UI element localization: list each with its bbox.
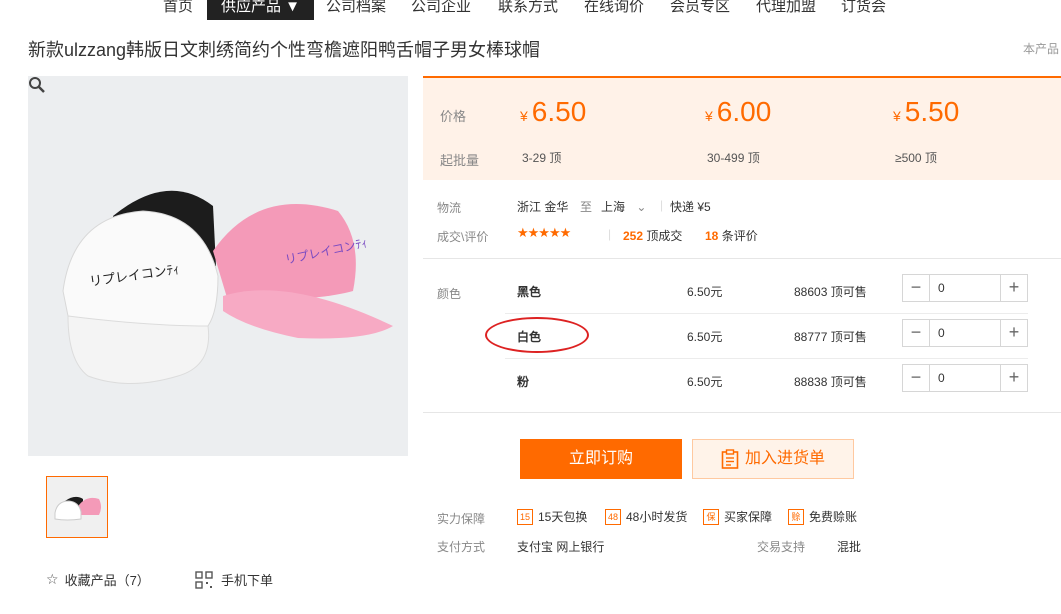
trade-support-label: 交易支持 — [757, 540, 806, 554]
mobile-order-label: 手机下单 — [221, 573, 274, 588]
sku-stock: 88838 顶可售 — [794, 375, 867, 389]
moq-label: 起批量 — [440, 153, 480, 168]
guarantee-label: 实力保障 — [437, 512, 486, 526]
divider — [423, 258, 1061, 259]
trade-support-value: 混批 — [837, 540, 862, 554]
sku-price: 6.50元 — [687, 285, 723, 299]
favorite-product-link[interactable]: ☆ 收藏产品（7） — [46, 570, 150, 589]
sku-name: 黑色 — [517, 285, 542, 299]
logistics-label: 物流 — [437, 201, 462, 215]
sku-row-pink: 粉 6.50元 88838 顶可售 − 0 + — [505, 360, 1028, 404]
payment-methods: 支付宝 网上银行 — [517, 540, 605, 554]
divider — [423, 412, 1061, 413]
caps-illustration: リプレイコンﾃｨ リプレイコンﾃｨ — [28, 76, 408, 456]
quantity-stepper: − 0 + — [902, 274, 1028, 302]
nav-item-agency[interactable]: 代理加盟 — [756, 0, 816, 20]
chevron-down-icon: ⌄ — [636, 200, 647, 214]
ship-to-select[interactable]: 上海 ⌄ — [601, 198, 646, 215]
payment-label: 支付方式 — [437, 540, 486, 554]
price-tier-1: ¥6.50 — [520, 96, 587, 127]
plus-icon[interactable]: + — [1001, 320, 1027, 346]
quantity-input[interactable]: 0 — [929, 275, 1001, 301]
sku-name: 粉 — [517, 375, 530, 389]
thumbnail-image[interactable] — [46, 476, 108, 538]
sku-stock: 88777 顶可售 — [794, 330, 867, 344]
corner-note: 本产品 — [1023, 42, 1060, 56]
price-label: 价格 — [440, 109, 467, 124]
quantity-stepper: − 0 + — [902, 364, 1028, 392]
add-to-cart-button[interactable]: 加入进货单 — [692, 439, 854, 479]
logistics-separator: | — [660, 198, 664, 212]
zoom-icon[interactable] — [28, 76, 46, 94]
review-count[interactable]: 18 条评价 — [705, 227, 758, 244]
sku-price: 6.50元 — [687, 330, 723, 344]
price-tier-3: ¥5.50 — [893, 96, 960, 127]
nav-item-inquiry[interactable]: 在线询价 — [584, 0, 644, 20]
add-to-cart-label: 加入进货单 — [744, 450, 825, 467]
buyer-protection-icon: 保 — [703, 508, 719, 525]
nav-item-company[interactable]: 公司企业 — [411, 0, 471, 20]
minus-icon[interactable]: − — [903, 275, 929, 301]
price-panel: 价格 起批量 ¥6.50 ¥6.00 ¥5.50 3-29 顶 30-499 顶… — [423, 76, 1061, 180]
thumbnail-caps — [47, 477, 107, 537]
reviews-separator: | — [608, 227, 612, 241]
guarantee-shipping[interactable]: 48 48小时发货 — [605, 508, 687, 525]
moq-tier-3: ≥500 顶 — [895, 151, 937, 165]
plus-icon[interactable]: + — [1001, 275, 1027, 301]
plus-icon[interactable]: + — [1001, 365, 1027, 391]
sku-row-black: 黑色 6.50元 88603 顶可售 − 0 + — [505, 270, 1028, 314]
ship-to-word: 至 — [580, 200, 593, 214]
price-tier-2: ¥6.00 — [705, 96, 772, 127]
minus-icon[interactable]: − — [903, 365, 929, 391]
shipping-fee: 快递 ¥5 — [670, 200, 711, 214]
buy-now-button[interactable]: 立即订购 — [520, 439, 682, 479]
moq-tier-1: 3-29 顶 — [522, 151, 562, 165]
quantity-input[interactable]: 0 — [929, 320, 1001, 346]
sku-price: 6.50元 — [687, 375, 723, 389]
minus-icon[interactable]: − — [903, 320, 929, 346]
shipping-48-icon: 48 — [605, 508, 621, 525]
product-title: 新款ulzzang韩版日文刺绣简约个性弯檐遮阳鸭舌帽子男女棒球帽 — [28, 40, 541, 60]
guarantee-credit[interactable]: 赊 免费赊账 — [788, 508, 857, 525]
qr-code-icon — [195, 570, 213, 589]
credit-icon: 赊 — [788, 508, 804, 525]
quantity-input[interactable]: 0 — [929, 365, 1001, 391]
rating-stars: ★★★★★ — [517, 225, 571, 240]
nav-item-products[interactable]: 供应产品 ▼ — [207, 0, 315, 20]
quantity-stepper: − 0 + — [902, 319, 1028, 347]
favorite-label: 收藏产品（7） — [64, 573, 150, 588]
top-nav: 首页 供应产品 ▼ 公司档案 公司企业 联系方式 在线询价 会员专区 代理加盟 … — [0, 0, 1061, 20]
guarantee-exchange[interactable]: 15 15天包换 — [517, 508, 587, 525]
sku-stock: 88603 顶可售 — [794, 285, 867, 299]
reviews-label: 成交\评价 — [437, 230, 489, 244]
nav-item-contact[interactable]: 联系方式 — [498, 0, 558, 20]
clipboard-icon — [721, 449, 739, 469]
ship-from: 浙江 金华 — [517, 200, 569, 214]
annotation-circle — [485, 317, 589, 353]
moq-tier-2: 30-499 顶 — [707, 151, 760, 165]
nav-item-order-fair[interactable]: 订货会 — [841, 0, 886, 20]
star-outline-icon: ☆ — [46, 571, 59, 587]
nav-item-members[interactable]: 会员专区 — [670, 0, 730, 20]
guarantee-buyer[interactable]: 保 买家保障 — [703, 508, 772, 525]
exchange-15-icon: 15 — [517, 508, 533, 525]
color-label: 颜色 — [437, 287, 462, 301]
main-product-image[interactable]: リプレイコンﾃｨ リプレイコンﾃｨ — [28, 76, 408, 456]
deals-count[interactable]: 252 顶成交 — [623, 227, 682, 244]
nav-item-company-profile[interactable]: 公司档案 — [326, 0, 386, 20]
nav-item-home[interactable]: 首页 — [163, 0, 193, 20]
mobile-order-link[interactable]: 手机下单 — [195, 570, 273, 589]
